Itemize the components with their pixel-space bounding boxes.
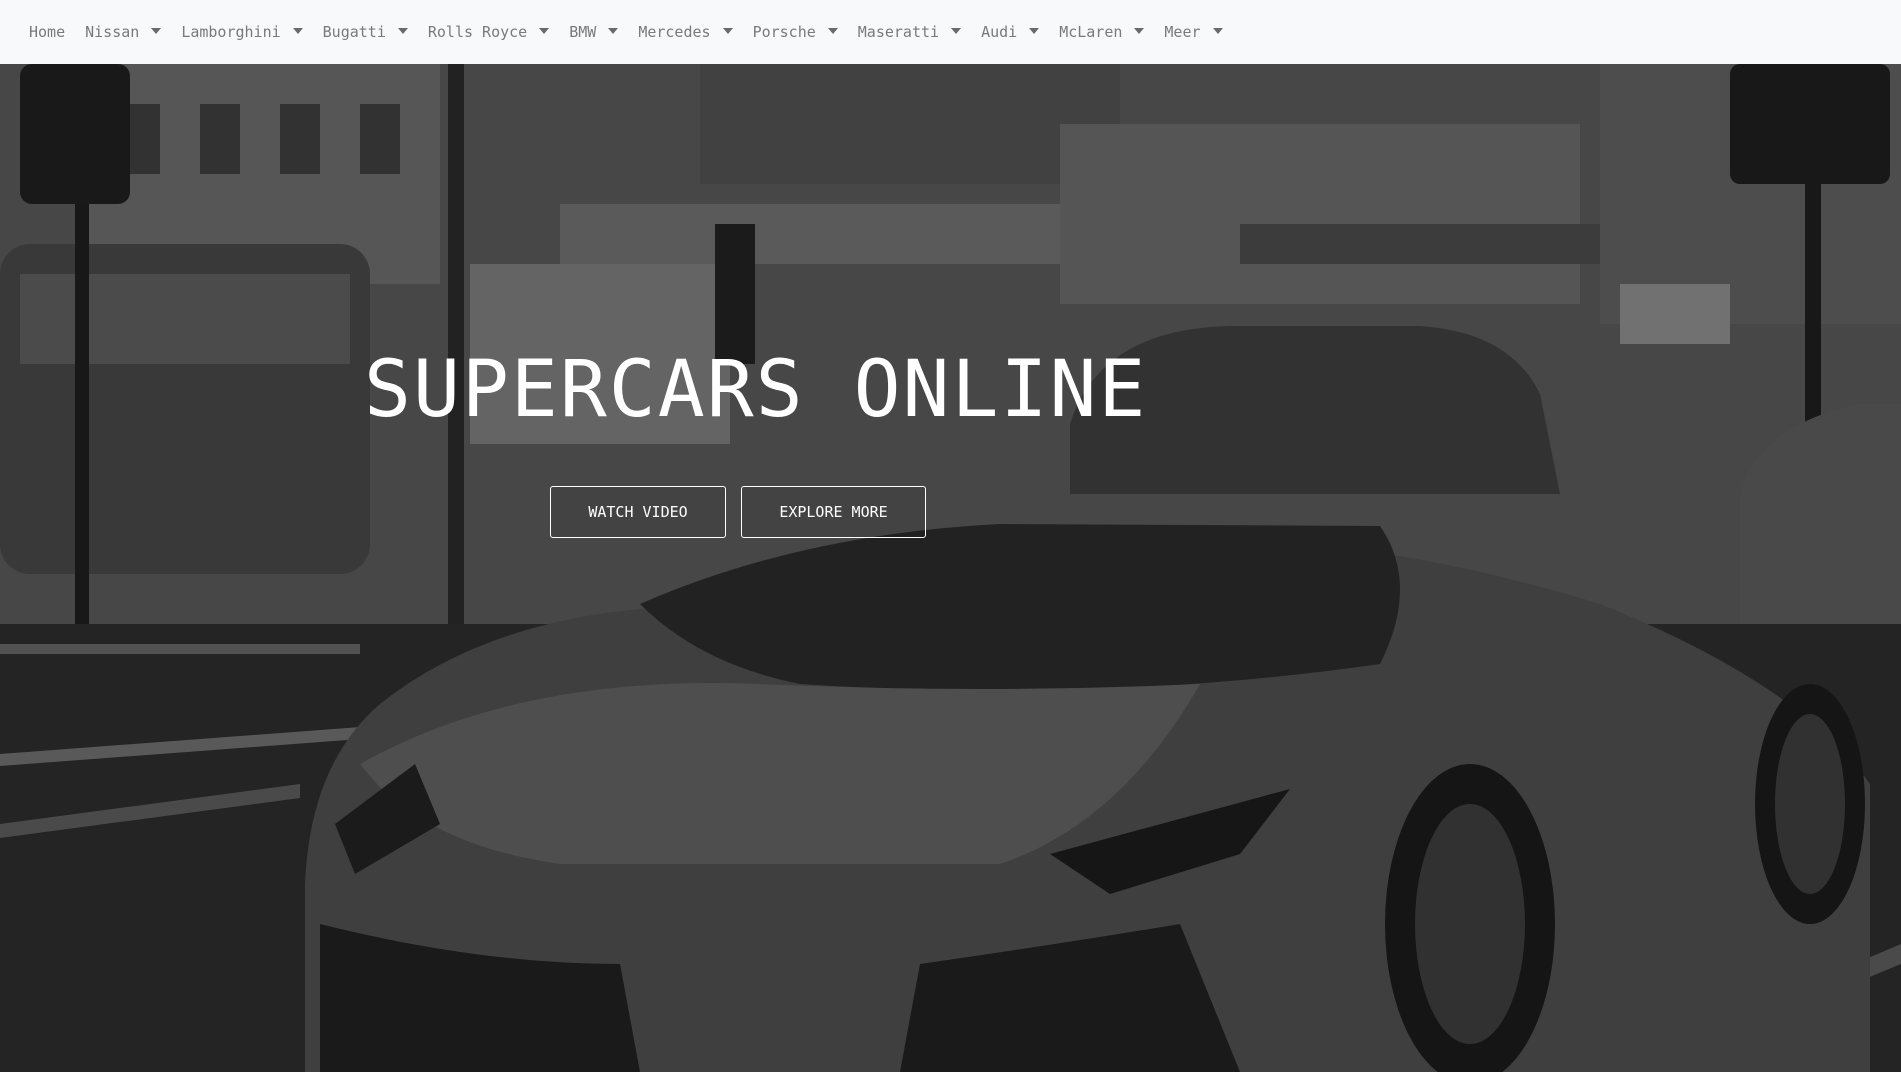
caret-down-icon (151, 28, 162, 34)
top-navbar: Home Nissan Lamborghini Bugatti Rolls Ro… (0, 0, 1901, 64)
nav-item-label: BMW (569, 23, 597, 41)
nav-item-label: Home (29, 23, 66, 41)
caret-down-icon (951, 28, 962, 34)
nav-item-bmw[interactable]: BMW (569, 23, 619, 41)
caret-down-icon (539, 28, 550, 34)
nav-item-label: McLaren (1059, 23, 1123, 41)
nav-item-meer[interactable]: Meer (1164, 23, 1223, 41)
watch-video-button[interactable]: WATCH VIDEO (550, 486, 726, 538)
nav-item-label: Maseratti (857, 23, 940, 41)
caret-down-icon (1134, 28, 1145, 34)
nav-item-label: Lamborghini (181, 23, 281, 41)
caret-down-icon (827, 28, 838, 34)
nav-item-mercedes[interactable]: Mercedes (638, 23, 733, 41)
hero-title: SUPERCARS ONLINE (364, 345, 1148, 435)
nav-item-porsche[interactable]: Porsche (753, 23, 838, 41)
nav-item-home[interactable]: Home (29, 23, 65, 41)
nav-item-label: Mercedes (638, 23, 711, 41)
caret-down-icon (1029, 28, 1040, 34)
nav-item-nissan[interactable]: Nissan (85, 23, 162, 41)
nav-item-label: Audi (981, 23, 1018, 41)
nav-item-maseratti[interactable]: Maseratti (857, 23, 962, 41)
nav-item-bugatti[interactable]: Bugatti (323, 23, 408, 41)
nav-item-audi[interactable]: Audi (981, 23, 1040, 41)
caret-down-icon (722, 28, 733, 34)
nav-item-rolls-royce[interactable]: Rolls Royce (427, 23, 550, 41)
nav-item-label: Rolls Royce (427, 23, 528, 41)
nav-item-label: Nissan (85, 23, 140, 41)
nav-item-label: Bugatti (322, 23, 386, 41)
hero-section (0, 64, 1901, 1072)
caret-down-icon (1212, 28, 1223, 34)
nav-item-mclaren[interactable]: McLaren (1059, 23, 1145, 41)
hero-dark-overlay (0, 64, 1901, 1072)
nav-item-label: Meer (1164, 23, 1201, 41)
nav-item-lamborghini[interactable]: Lamborghini (181, 23, 303, 41)
caret-down-icon (608, 28, 619, 34)
caret-down-icon (292, 28, 303, 34)
caret-down-icon (397, 28, 408, 34)
explore-more-button[interactable]: EXPLORE MORE (741, 486, 926, 538)
nav-item-label: Porsche (752, 23, 816, 41)
